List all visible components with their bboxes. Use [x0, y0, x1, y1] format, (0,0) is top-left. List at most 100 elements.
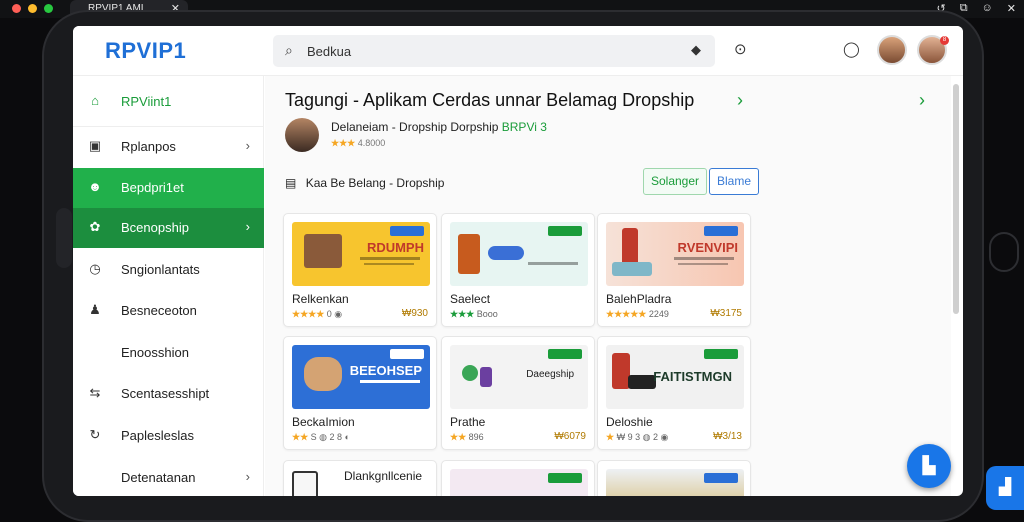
secondary-button[interactable]: Blame — [709, 168, 759, 195]
product-rating: ★★★★ 0 ◉ — [292, 309, 343, 319]
sidebar-item-label: Bepdpri1et — [121, 180, 184, 195]
product-rating: ★★ S ◍ 2 8 ◐ — [292, 432, 350, 442]
product-card[interactable] — [441, 460, 595, 496]
product-rating: ★★★★★ 2249 — [606, 309, 669, 319]
sidebar-item-dropship[interactable]: ✿ Bcenopship › — [73, 208, 264, 248]
sidebar-item-users[interactable]: ♟ Besneceoton — [73, 291, 264, 331]
maximize-window-button[interactable] — [44, 4, 53, 13]
banner-line — [360, 257, 420, 260]
seller-avatar[interactable] — [285, 118, 319, 152]
product-card[interactable]: Saelect ★★★ Booo — [441, 213, 595, 327]
status-badge — [548, 473, 582, 483]
camera-icon[interactable]: ◆ — [691, 42, 701, 58]
avatar[interactable] — [877, 35, 907, 65]
status-badge — [548, 226, 582, 236]
seller-brand: BRPVi 3 — [501, 120, 547, 134]
list-icon[interactable]: ▤ — [285, 176, 296, 190]
product-thumbnail: RVENVIPI — [606, 222, 744, 286]
product-price: ₩3/13 — [713, 431, 742, 442]
status-badge — [704, 473, 738, 483]
banner-text: FAITISTMGN — [653, 369, 732, 384]
banner-line — [364, 263, 414, 265]
scan-icon[interactable]: ⊙ — [734, 40, 747, 58]
sidebar-item-label: Paplesleslas — [121, 428, 194, 443]
product-thumbnail: FAITISTMGN — [606, 345, 744, 409]
sidebar-item-transfers[interactable]: ⇆ Scentasesshipt — [73, 374, 264, 414]
product-image — [612, 262, 652, 276]
device-home-button[interactable] — [989, 232, 1019, 272]
product-card[interactable]: Dlankgnllcenie — [283, 460, 437, 496]
product-card[interactable]: RDUMPH Relkenkan ★★★★ 0 ◉ ₩930 — [283, 213, 437, 327]
sidebar-item-label: Besneceoton — [121, 303, 197, 318]
banner-line — [674, 257, 734, 260]
product-name: BeckaImion — [292, 415, 355, 429]
product-name: Dlankgnllcenie — [344, 469, 423, 483]
sidebar-item-wallet[interactable]: ▣ Rplanpos › — [73, 126, 264, 166]
product-image — [628, 375, 656, 389]
status-badge — [390, 349, 424, 359]
product-name: Saelect — [450, 292, 491, 306]
home-icon: ⌂ — [91, 93, 99, 108]
chart-icon: ▙ — [922, 456, 936, 475]
product-price: ₩6079 — [554, 431, 586, 442]
product-thumbnail: RDUMPH — [292, 222, 430, 286]
banner-line — [360, 380, 420, 383]
product-card[interactable]: RVENVIPI BalehPladra ★★★★★ 2249 ₩3175 — [597, 213, 751, 327]
close-window-button[interactable] — [12, 4, 21, 13]
sidebar-item-sessions[interactable]: Enoosshion — [73, 333, 264, 373]
app-logo[interactable]: RPVIP1 — [105, 38, 186, 64]
product-card[interactable]: Daeegship Prathe ★★ 896 ₩6079 — [441, 336, 595, 450]
product-image — [458, 234, 480, 274]
product-card[interactable]: FAITISTMGN Deloshie ★ ₩ 9 3 ◍ 2 ◉ ₩3/13 — [597, 336, 751, 450]
gear-icon: ✿ — [89, 219, 101, 234]
banner-text: Daeegship — [526, 369, 574, 380]
search-icon: ⌕ — [285, 42, 293, 58]
close-icon[interactable]: ✕ — [1007, 2, 1016, 15]
side-chart-button[interactable]: ▟ — [986, 466, 1024, 510]
status-badge — [548, 349, 582, 359]
sidebar-item-label: Rplanpos — [121, 139, 176, 154]
product-rating: ★★ 896 — [450, 432, 484, 442]
product-card[interactable]: BEEOHSEP BeckaImion ★★ S ◍ 2 8 ◐ — [283, 336, 437, 450]
product-image — [462, 365, 478, 381]
banner-text: RVENVIPI — [677, 240, 738, 255]
sidebar-item-sync[interactable]: ↻ Paplesleslas — [73, 416, 264, 456]
refresh-icon: ↻ — [89, 427, 101, 442]
scrollbar[interactable] — [953, 84, 959, 314]
product-image — [480, 367, 492, 387]
sidebar-item-history[interactable]: ◷ Sngionlantats — [73, 250, 264, 290]
banner-text: BEEOHSEP — [349, 363, 422, 378]
sidebar-item-details[interactable]: Detenatanan › — [73, 458, 264, 496]
account-icon[interactable]: ☺ — [982, 2, 993, 15]
chevron-right-icon[interactable]: › — [919, 90, 925, 111]
status-badge — [704, 226, 738, 236]
primary-button[interactable]: Solanger — [643, 168, 707, 195]
chevron-right-icon[interactable]: › — [737, 90, 743, 111]
notification-badge: 8 — [940, 36, 949, 45]
product-rating: ★★★ Booo — [450, 309, 498, 319]
banner-line — [678, 263, 728, 265]
product-card[interactable] — [597, 460, 751, 496]
chat-icon[interactable]: ◯ — [843, 40, 860, 58]
device-side-button — [56, 208, 72, 268]
seller-name: Delaneiam - Dropship Dorpship BRPVi 3 — [331, 120, 547, 134]
sidebar-item-home[interactable]: ⌂ RPViint1 — [73, 82, 264, 122]
search-bar[interactable]: ⌕ ◆ — [273, 35, 715, 67]
status-badge — [704, 349, 738, 359]
wallet-icon: ▣ — [88, 138, 102, 153]
search-input[interactable] — [307, 41, 667, 61]
status-badge — [390, 226, 424, 236]
page-title: Tagungi - Aplikam Cerdas unnar Belamag D… — [285, 90, 695, 110]
product-thumbnail: BEEOHSEP — [292, 345, 430, 409]
chart-fab-button[interactable]: ▙ — [907, 444, 951, 488]
product-price: ₩3175 — [710, 308, 742, 319]
main-content: Tagungi - Aplikam Cerdas unnar Belamag D… — [265, 76, 951, 496]
restore-icon[interactable]: ⧉ — [960, 2, 968, 15]
minimize-window-button[interactable] — [28, 4, 37, 13]
sidebar-item-label: Bcenopship — [121, 220, 189, 235]
app-screen: RPVIP1 ⌕ ◆ ⊙ ◯ 8 ⌂ RPViint1 ▣ Rplanpos ›… — [73, 26, 963, 496]
sidebar: ⌂ RPViint1 ▣ Rplanpos › ☻ Bepdpri1et ✿ B… — [73, 76, 264, 496]
sidebar-item-label: Detenatanan — [121, 470, 196, 485]
sidebar-item-profile[interactable]: ☻ Bepdpri1et — [73, 168, 264, 208]
chart-icon: ▟ — [998, 479, 1012, 496]
